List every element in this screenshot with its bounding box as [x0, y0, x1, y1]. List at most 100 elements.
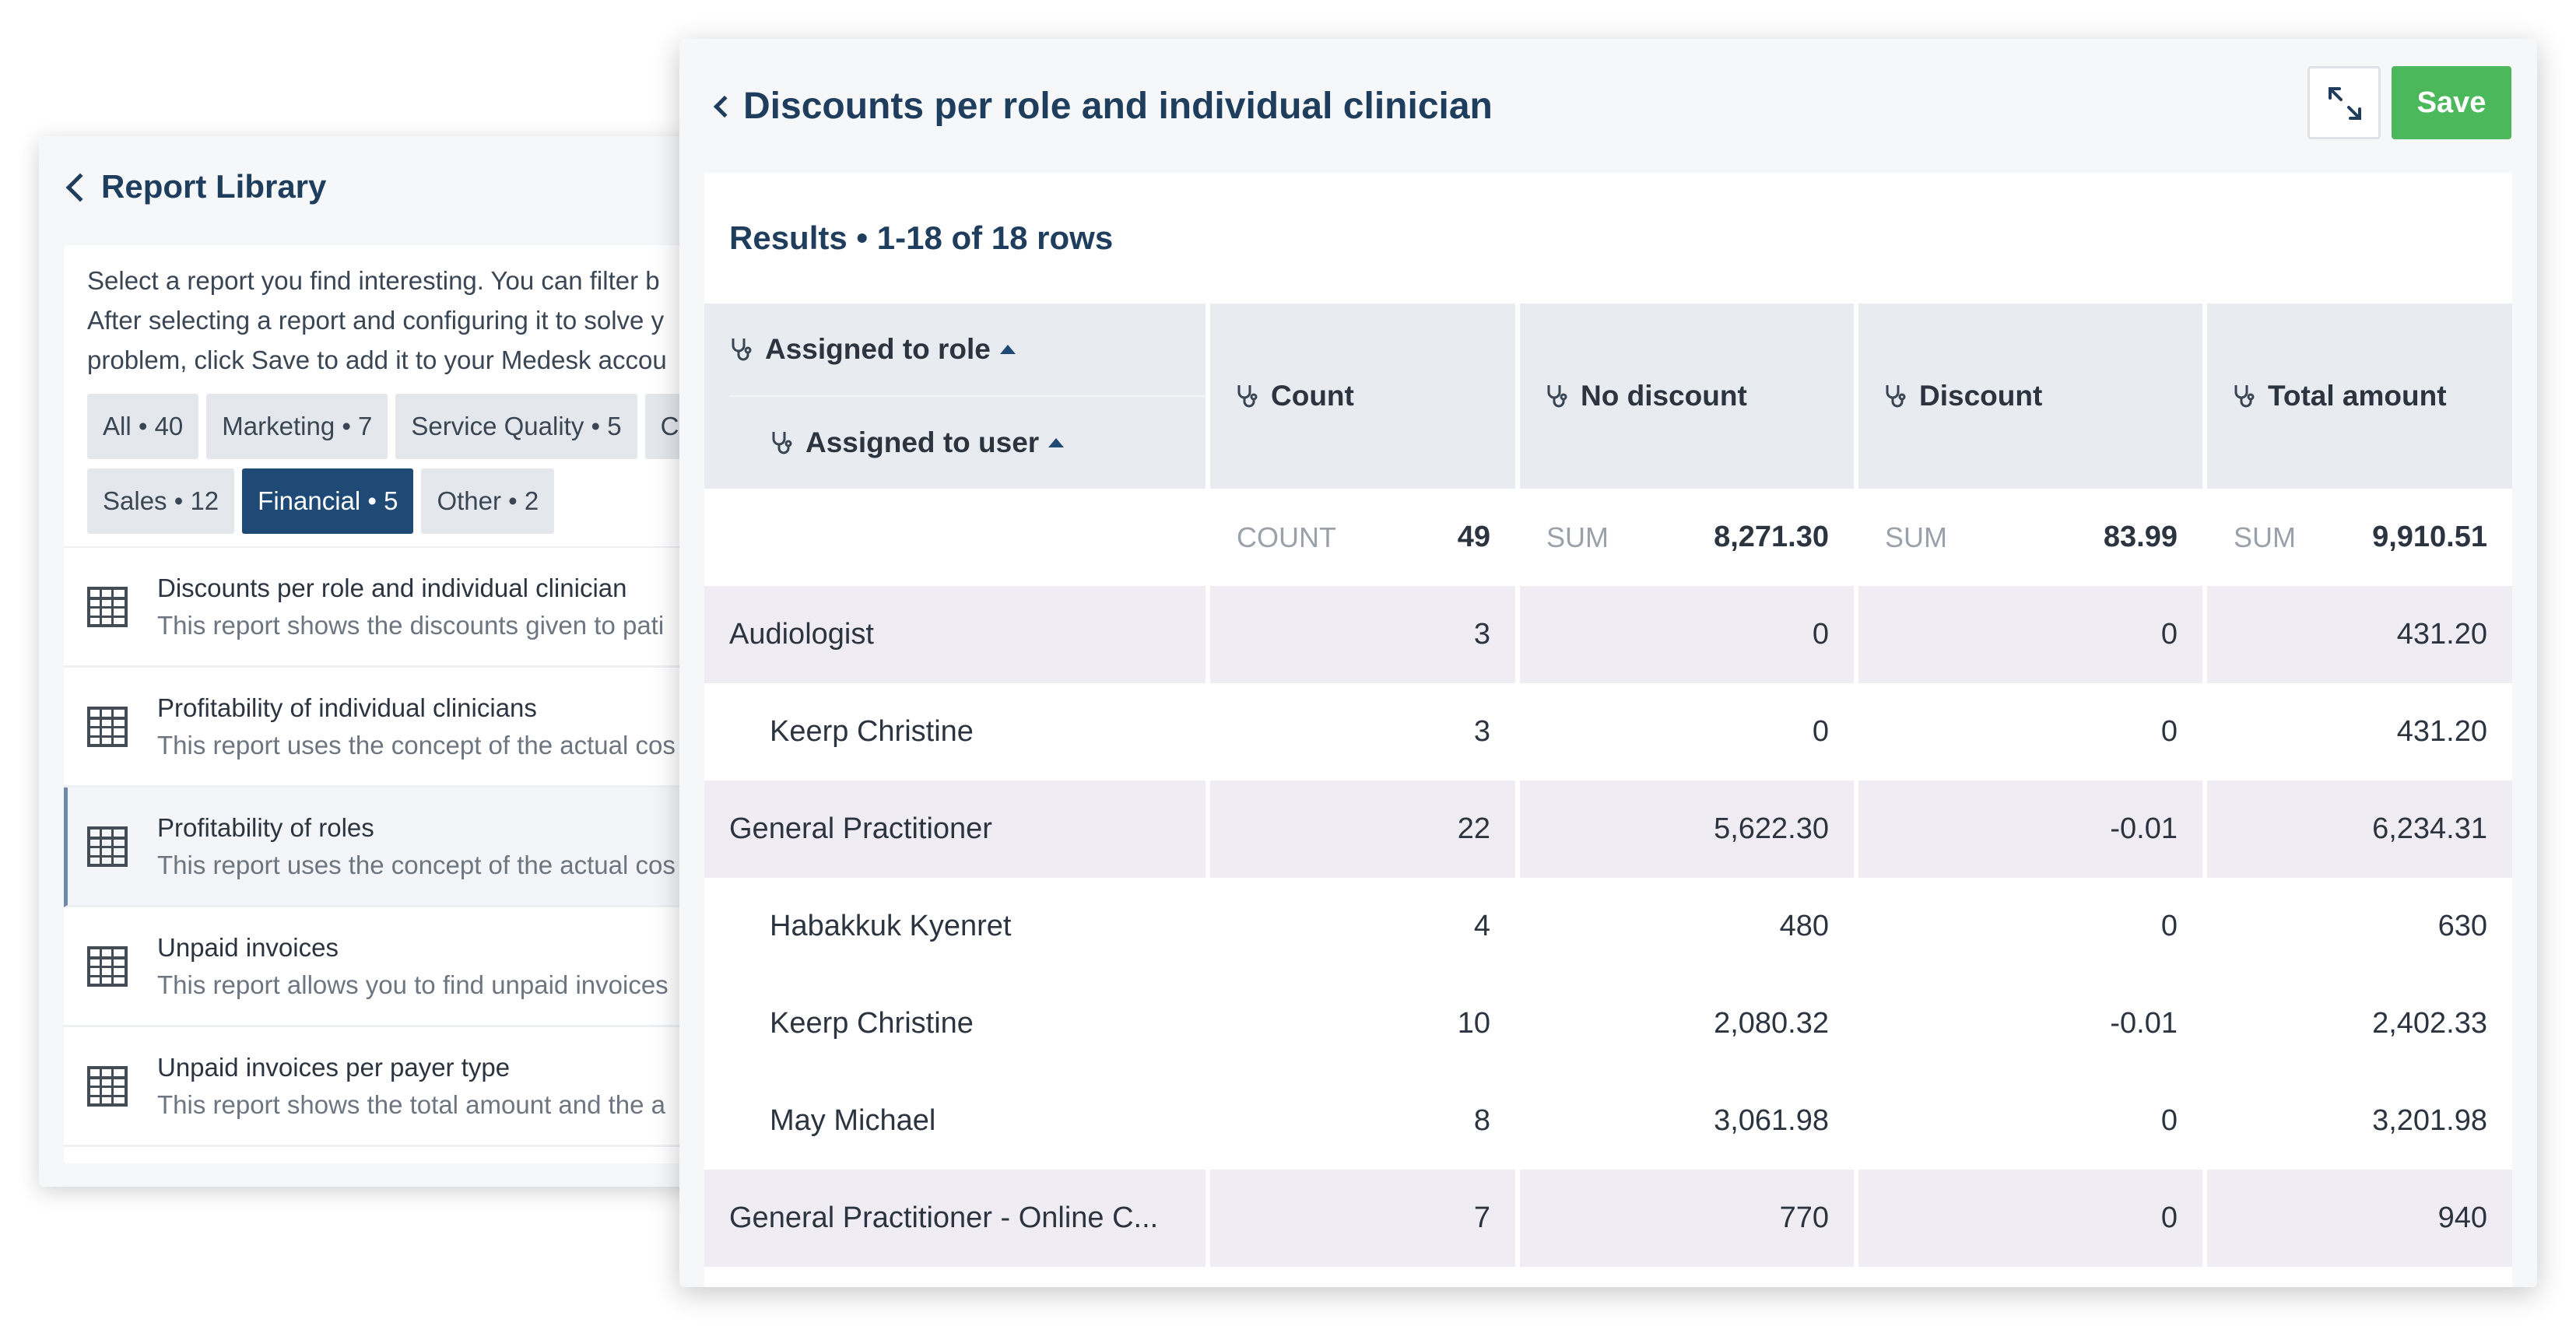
row-count: 7 [1473, 1201, 1490, 1234]
stethoscope-icon [1237, 385, 1258, 408]
table-icon [87, 945, 128, 987]
row-count: 3 [1473, 618, 1490, 651]
aggregate-label: SUM [1546, 521, 1609, 553]
header-count[interactable]: Count [1210, 303, 1515, 489]
stethoscope-icon [1547, 385, 1567, 408]
report-library-panel: Report Library Select a report you find … [39, 136, 755, 1187]
results-count: Results • 1-18 of 18 rows [729, 219, 1114, 256]
aggregate-label: SUM [2234, 521, 2296, 553]
save-button[interactable]: Save [2392, 66, 2511, 139]
header-no-discount[interactable]: No discount [1520, 303, 1854, 489]
sort-ascending-icon[interactable] [999, 345, 1016, 354]
report-list-item-selected[interactable]: Profitability of roles This report uses … [64, 788, 755, 907]
report-subtitle: This report uses the concept of the actu… [157, 730, 676, 759]
header-grouping: Assigned to role Assigned to user [704, 303, 1206, 489]
summary-no-discount: 8,271.30 [1714, 521, 1829, 553]
row-name: May Michael [770, 1104, 936, 1137]
header-assigned-to-role[interactable]: Assigned to role [729, 303, 1206, 397]
table-row[interactable]: Keerp Christine 10 2,080.32 -0.01 2,402.… [704, 975, 2512, 1072]
filter-chip-service-quality[interactable]: Service Quality • 5 [395, 394, 637, 459]
description-line: problem, click Save to add it to your Me… [87, 346, 667, 374]
report-list-item[interactable]: Profitability of individual clinicians T… [64, 668, 755, 788]
row-name: Keerp Christine [770, 715, 974, 748]
report-detail-title: Discounts per role and individual clinic… [743, 85, 1493, 127]
row-count: 8 [1473, 1104, 1490, 1137]
table-row[interactable]: Habakkuk Kyenret 4 480 0 630 [704, 878, 2512, 975]
chevron-left-icon[interactable] [65, 173, 95, 202]
row-name: General Practitioner [729, 812, 992, 845]
report-title: Unpaid invoices per payer type [157, 1052, 511, 1082]
table-row-group[interactable]: General Practitioner 22 5,622.30 -0.01 6… [704, 781, 2512, 878]
table-icon [87, 1065, 128, 1107]
row-total: 2,402.33 [2372, 1007, 2487, 1040]
row-total: 431.20 [2396, 618, 2487, 651]
header-total-amount[interactable]: Total amount [2207, 303, 2512, 489]
report-title: Profitability of roles [157, 812, 374, 842]
row-discount: 0 [2160, 910, 2178, 942]
filter-chip-other[interactable]: Other • 2 [421, 468, 555, 534]
stethoscope-icon [732, 339, 752, 361]
row-discount: 0 [2160, 1104, 2178, 1137]
report-title: Discounts per role and individual clinic… [157, 573, 627, 602]
report-list-item[interactable]: Unpaid invoices This report allows you t… [64, 907, 755, 1027]
table-row-group[interactable]: Audiologist 3 0 0 431.20 [704, 586, 2512, 683]
row-no-discount: 0 [1812, 715, 1829, 748]
header-discount-label: Discount [1919, 380, 2043, 412]
report-subtitle: This report shows the total amount and t… [157, 1089, 666, 1119]
header-total-label: Total amount [2268, 380, 2447, 412]
table-icon [87, 586, 128, 627]
aggregate-label: SUM [1885, 521, 1947, 553]
row-total: 6,234.31 [2372, 812, 2487, 845]
row-count: 3 [1473, 715, 1490, 748]
stethoscope-icon [1886, 385, 1906, 408]
row-total: 3,201.98 [2372, 1104, 2487, 1137]
report-detail-panel: Discounts per role and individual clinic… [679, 39, 2537, 1287]
row-discount: -0.01 [2110, 812, 2178, 845]
row-no-discount: 3,061.98 [1714, 1104, 1829, 1137]
row-no-discount: 0 [1812, 618, 1829, 651]
table-icon [87, 826, 128, 867]
filter-chip-all[interactable]: All • 40 [87, 394, 199, 459]
header-count-label: Count [1271, 380, 1354, 412]
row-total: 940 [2437, 1201, 2487, 1234]
row-no-discount: 770 [1779, 1201, 1829, 1234]
table-row[interactable]: May Michael 8 3,061.98 0 3,201.98 [704, 1072, 2512, 1170]
report-list-item[interactable]: Unpaid invoices per payer type This repo… [64, 1027, 755, 1147]
filter-chip-marketing[interactable]: Marketing • 7 [206, 394, 388, 459]
sort-ascending-icon[interactable] [1048, 438, 1065, 447]
row-discount: -0.01 [2110, 1007, 2178, 1040]
description-line: Select a report you find interesting. Yo… [87, 266, 660, 295]
stethoscope-icon [772, 432, 792, 454]
expand-button[interactable] [2308, 66, 2381, 139]
filter-chip-sales[interactable]: Sales • 12 [87, 468, 235, 534]
table-row-group[interactable]: General Practitioner - Online C... 7 770… [704, 1170, 2512, 1267]
row-name: Audiologist [729, 618, 874, 651]
row-discount: 0 [2160, 715, 2178, 748]
report-library-header: Report Library [39, 136, 755, 237]
aggregate-label: COUNT [1237, 521, 1336, 553]
description-line: After selecting a report and configuring… [87, 306, 665, 335]
header-assigned-to-user[interactable]: Assigned to user [770, 397, 1065, 489]
row-count: 22 [1457, 812, 1490, 845]
row-name: Keerp Christine [770, 1007, 974, 1040]
row-no-discount: 480 [1779, 910, 1829, 942]
header-discount[interactable]: Discount [1858, 303, 2202, 489]
expand-icon [2329, 87, 2361, 120]
report-title: Unpaid invoices [157, 932, 339, 962]
report-subtitle: This report shows the discounts given to… [157, 610, 665, 640]
stethoscope-icon [2234, 385, 2255, 408]
header-user-label: Assigned to user [805, 426, 1040, 458]
row-no-discount: 5,622.30 [1714, 812, 1829, 845]
row-discount: 0 [2160, 1201, 2178, 1234]
row-discount: 0 [2160, 618, 2178, 651]
chevron-left-icon[interactable] [713, 95, 736, 118]
row-total: 431.20 [2396, 715, 2487, 748]
report-title: Profitability of individual clinicians [157, 693, 537, 722]
report-subtitle: This report allows you to find unpaid in… [157, 970, 669, 999]
table-row[interactable]: Keerp Christine 3 0 0 431.20 [704, 683, 2512, 781]
filter-chip-financial[interactable]: Financial • 5 [242, 468, 414, 534]
report-library-body: Select a report you find interesting. Yo… [64, 245, 755, 1163]
report-list-item[interactable]: Discounts per role and individual clinic… [64, 548, 755, 668]
row-name: General Practitioner - Online C... [729, 1201, 1159, 1234]
row-count: 10 [1457, 1007, 1490, 1040]
